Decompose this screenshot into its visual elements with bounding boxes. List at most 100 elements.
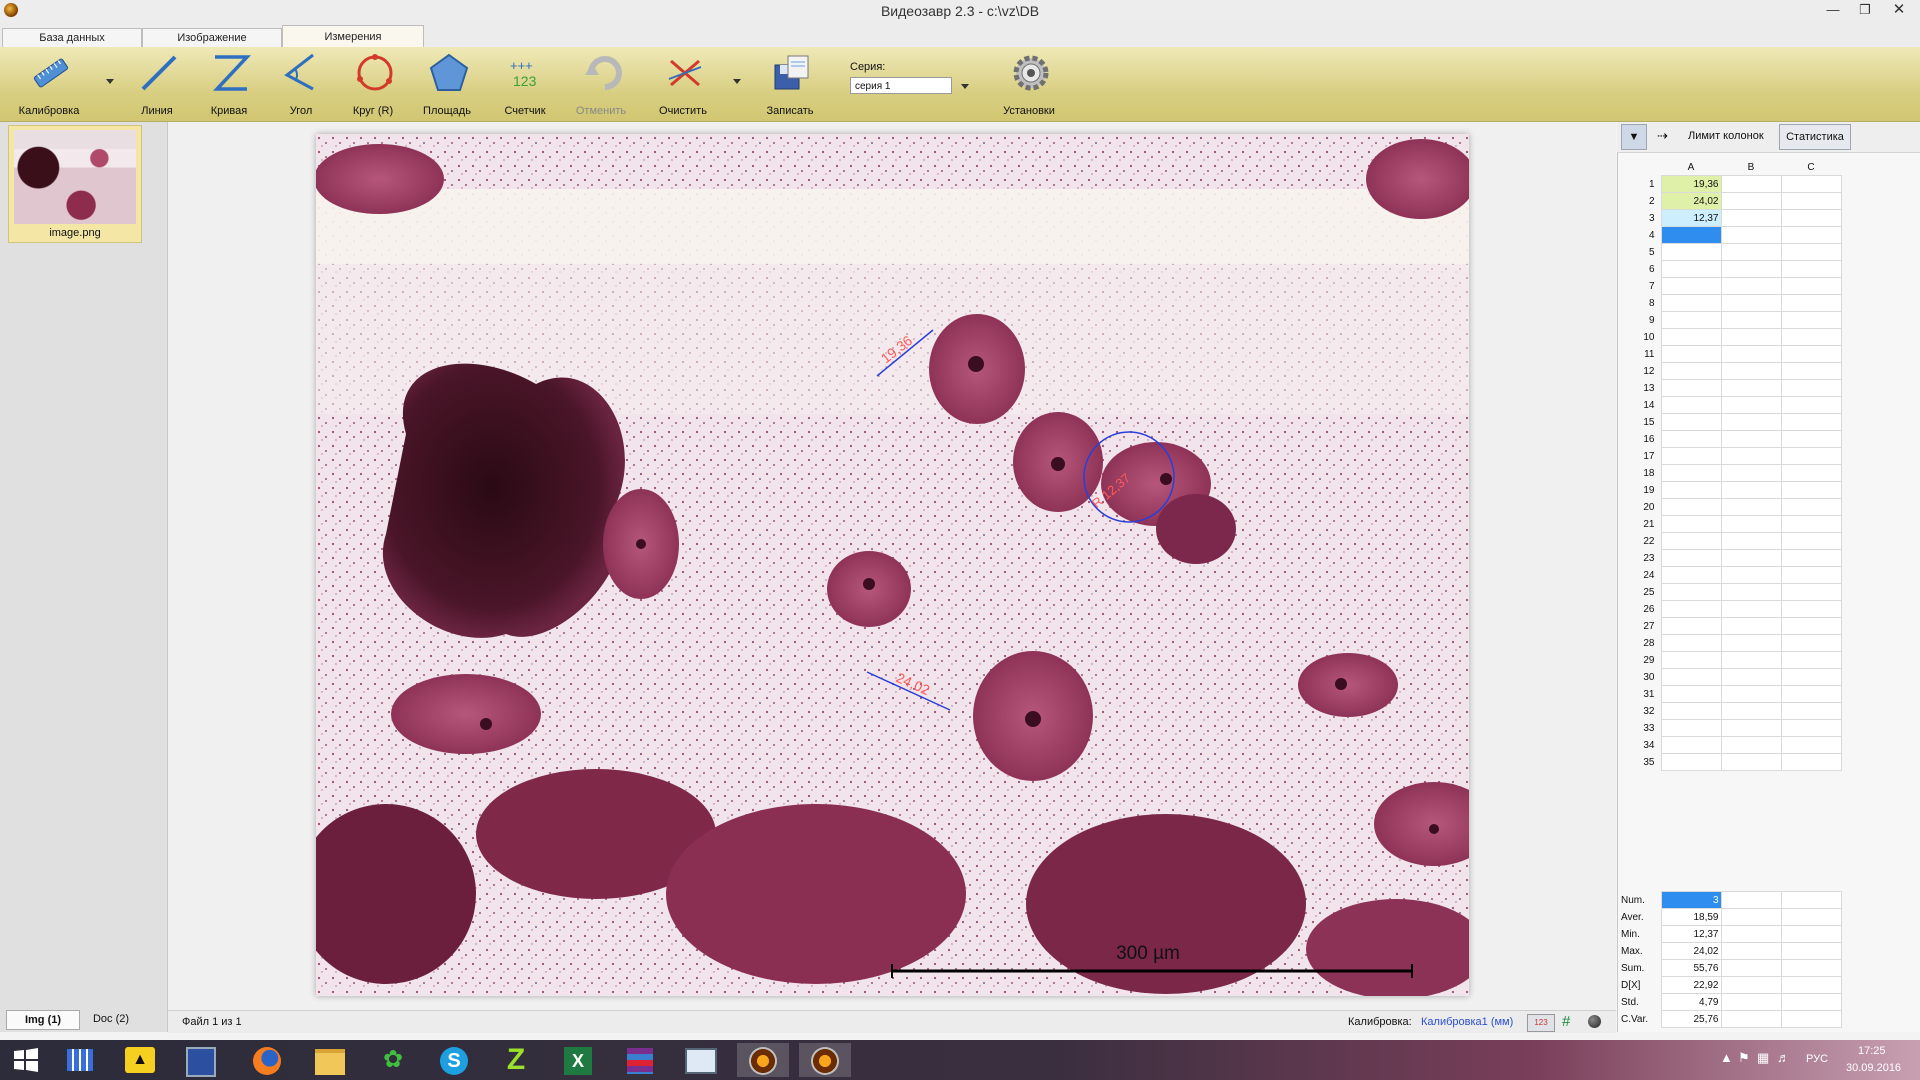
grid-toggle-icon[interactable]: #: [1562, 1013, 1570, 1030]
clear-dropdown-arrow[interactable]: [733, 79, 741, 84]
table-cell[interactable]: [1660, 566, 1722, 584]
table-cell[interactable]: [1720, 294, 1782, 312]
stat-value[interactable]: 12,37: [1660, 925, 1722, 943]
column-header-c[interactable]: C: [1781, 159, 1841, 176]
angle-tool-button[interactable]: Угол: [266, 51, 336, 117]
table-cell[interactable]: [1660, 379, 1722, 397]
table-cell[interactable]: [1720, 617, 1782, 635]
table-cell[interactable]: [1660, 430, 1722, 448]
table-cell[interactable]: [1660, 532, 1722, 550]
table-cell[interactable]: [1720, 430, 1782, 448]
table-cell[interactable]: 19,36: [1660, 175, 1722, 193]
table-cell[interactable]: [1780, 583, 1842, 601]
table-cell[interactable]: [1720, 532, 1782, 550]
table-cell[interactable]: [1720, 651, 1782, 669]
table-cell[interactable]: [1780, 328, 1842, 346]
keyboard-language[interactable]: РУС: [1806, 1053, 1828, 1065]
table-cell[interactable]: [1780, 175, 1842, 193]
table-cell[interactable]: [1660, 515, 1722, 533]
table-cell[interactable]: [1720, 566, 1782, 584]
tray-network-icon[interactable]: ▦: [1757, 1050, 1769, 1066]
clear-button[interactable]: Очистить: [648, 51, 718, 117]
firefox-icon[interactable]: [241, 1043, 293, 1077]
table-cell[interactable]: [1660, 311, 1722, 329]
videozavr-app-icon-2[interactable]: [799, 1043, 851, 1077]
table-cell[interactable]: [1660, 396, 1722, 414]
statistics-button[interactable]: Статистика: [1779, 124, 1851, 150]
table-cell[interactable]: [1720, 583, 1782, 601]
tray-volume-icon[interactable]: ♬: [1777, 1050, 1790, 1065]
stat-value[interactable]: 24,02: [1660, 942, 1722, 960]
table-cell[interactable]: [1660, 413, 1722, 431]
table-cell[interactable]: [1780, 685, 1842, 703]
tab-documents[interactable]: Doc (2): [82, 1010, 140, 1028]
table-cell[interactable]: [1720, 447, 1782, 465]
table-cell[interactable]: [1660, 464, 1722, 482]
table-cell[interactable]: [1720, 498, 1782, 516]
counter-tool-button[interactable]: +++ 123 Счетчик: [490, 51, 560, 117]
table-cell[interactable]: [1780, 976, 1842, 994]
table-cell[interactable]: [1720, 959, 1782, 977]
file-explorer-icon[interactable]: [304, 1043, 356, 1077]
winrar-icon[interactable]: [614, 1043, 666, 1077]
microscope-image[interactable]: 19,36 24,02 R 12,37 300 µm: [316, 134, 1469, 996]
table-cell[interactable]: [1720, 345, 1782, 363]
table-cell[interactable]: [1660, 634, 1722, 652]
table-cell[interactable]: [1780, 447, 1842, 465]
table-cell[interactable]: [1780, 260, 1842, 278]
color-mode-icon[interactable]: [1588, 1015, 1601, 1028]
table-cell[interactable]: [1780, 396, 1842, 414]
table-cell[interactable]: [1780, 736, 1842, 754]
table-cell[interactable]: [1780, 277, 1842, 295]
circle-tool-button[interactable]: Круг (R): [338, 51, 408, 117]
tab-measurements[interactable]: Измерения: [282, 25, 424, 48]
table-cell[interactable]: [1720, 925, 1782, 943]
table-cell[interactable]: [1660, 481, 1722, 499]
table-cell[interactable]: [1780, 209, 1842, 227]
table-cell[interactable]: [1780, 925, 1842, 943]
table-cell[interactable]: [1780, 464, 1842, 482]
table-cell[interactable]: [1780, 942, 1842, 960]
table-cell[interactable]: [1720, 685, 1782, 703]
table-cell[interactable]: [1720, 719, 1782, 737]
table-cell[interactable]: [1780, 600, 1842, 618]
table-cell[interactable]: [1720, 413, 1782, 431]
table-cell[interactable]: [1720, 891, 1782, 909]
videozavr-app-icon[interactable]: [737, 1043, 789, 1077]
table-cell[interactable]: [1720, 396, 1782, 414]
tray-arrow-icon[interactable]: ▲: [1720, 1050, 1733, 1065]
clock-date[interactable]: 30.09.2016: [1846, 1062, 1901, 1074]
table-cell[interactable]: [1780, 498, 1842, 516]
table-cell[interactable]: [1780, 192, 1842, 210]
minimize-button[interactable]: —: [1818, 0, 1848, 20]
table-cell[interactable]: [1660, 668, 1722, 686]
table-cell[interactable]: [1720, 362, 1782, 380]
stat-value[interactable]: 25,76: [1660, 1010, 1722, 1028]
calibration-button[interactable]: Калибровка: [14, 51, 84, 117]
table-cell[interactable]: [1660, 651, 1722, 669]
stat-value[interactable]: 3: [1660, 891, 1722, 909]
table-cell[interactable]: [1780, 959, 1842, 977]
table-cell[interactable]: [1720, 311, 1782, 329]
table-cell[interactable]: [1780, 617, 1842, 635]
green-flower-icon[interactable]: ✿: [367, 1043, 419, 1077]
table-cell[interactable]: [1720, 515, 1782, 533]
stat-value[interactable]: 18,59: [1660, 908, 1722, 926]
table-cell[interactable]: [1720, 600, 1782, 618]
table-cell[interactable]: [1720, 175, 1782, 193]
table-cell[interactable]: [1780, 566, 1842, 584]
table-cell[interactable]: [1720, 277, 1782, 295]
table-cell[interactable]: [1780, 379, 1842, 397]
table-cell[interactable]: [1660, 583, 1722, 601]
settings-button[interactable]: Установки: [994, 51, 1064, 117]
counter-toggle-icon[interactable]: 123: [1527, 1014, 1555, 1032]
clock-time[interactable]: 17:25: [1858, 1045, 1886, 1057]
table-cell[interactable]: [1780, 651, 1842, 669]
table-cell[interactable]: [1660, 498, 1722, 516]
table-cell[interactable]: [1660, 277, 1722, 295]
table-cell[interactable]: [1660, 345, 1722, 363]
table-cell[interactable]: [1720, 481, 1782, 499]
table-cell[interactable]: [1720, 209, 1782, 227]
table-cell[interactable]: [1720, 1010, 1782, 1028]
table-cell[interactable]: [1780, 362, 1842, 380]
